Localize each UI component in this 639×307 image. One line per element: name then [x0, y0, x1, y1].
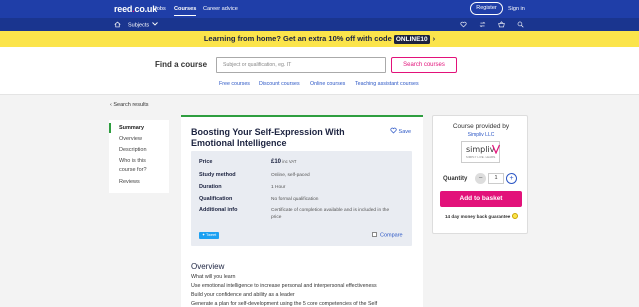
subjects-dropdown[interactable]: Subjects: [128, 21, 158, 28]
compare-label: Compare: [380, 232, 403, 239]
duration-value: 1 Hour: [271, 185, 286, 190]
provider-logo-tagline: SIMPLY LIVE. LEARN.: [466, 156, 497, 159]
quick-link-discount[interactable]: Discount courses: [259, 81, 300, 87]
price-value-wrap: £10 inc VAT: [271, 159, 296, 165]
nav-link-courses[interactable]: Courses: [174, 6, 197, 16]
overview-line: Generate a plan for self-development usi…: [191, 301, 378, 307]
overview-line: What will you learn: [191, 274, 236, 280]
sidenav-item-reviews[interactable]: Reviews: [119, 178, 140, 186]
overview-line: Use emotional intelligence to increase p…: [191, 283, 377, 289]
chevron-down-icon: [151, 21, 158, 26]
price-label: Price: [199, 159, 213, 165]
add-to-basket-button[interactable]: Add to basket: [440, 191, 522, 207]
course-details-box: Price £10 inc VAT Study method Online, s…: [191, 151, 412, 246]
sub-nav: Subjects: [0, 18, 639, 31]
additional-info-value-1: Certificate of completion available and …: [271, 208, 390, 213]
sidenav-item-who-is-this-for[interactable]: Who is this: [119, 157, 146, 165]
promo-code: ONLINE10: [393, 35, 430, 44]
home-icon[interactable]: [114, 21, 121, 28]
subjects-label: Subjects: [128, 22, 150, 28]
tweet-button[interactable]: ✦ Tweet: [199, 232, 219, 239]
heart-icon[interactable]: [460, 21, 467, 28]
quantity-decrease-button[interactable]: −: [475, 173, 486, 184]
simpliv-v-icon: [492, 144, 500, 154]
qualification-label: Qualification: [199, 196, 233, 202]
back-link-label: Search results: [113, 102, 149, 108]
course-title: Boosting Your Self-Expression With Emoti…: [191, 127, 345, 148]
back-to-search-results[interactable]: ‹ Search results: [110, 102, 149, 108]
nav-link-jobs[interactable]: Jobs: [154, 6, 166, 12]
quantity-input[interactable]: 1: [488, 173, 504, 184]
qualification-value: No formal qualification: [271, 197, 319, 202]
top-nav: reed.co.uk Jobs Courses Career advice Re…: [0, 0, 639, 18]
find-course-title: Find a course: [155, 60, 208, 69]
search-input[interactable]: Subject or qualification, eg. IT: [216, 57, 386, 73]
price-value: £10: [271, 159, 282, 165]
additional-info-value-2: price: [271, 215, 282, 220]
nav-link-career-advice[interactable]: Career advice: [203, 6, 238, 12]
duration-label: Duration: [199, 184, 222, 190]
checkbox-icon: [372, 232, 377, 237]
active-indicator: [109, 123, 111, 133]
sign-in-link[interactable]: Sign in: [508, 6, 525, 12]
sidenav-item-who-is-this-for-cont[interactable]: course for?: [119, 166, 147, 174]
promo-banner[interactable]: Learning from home? Get an extra 10% off…: [0, 31, 639, 47]
study-method-label: Study method: [199, 172, 236, 178]
compare-checkbox[interactable]: Compare: [372, 232, 403, 239]
quick-link-free[interactable]: Free courses: [219, 81, 250, 87]
logo-text: reed: [114, 4, 133, 14]
study-method-value: Online, self-paced: [271, 173, 310, 178]
tweet-label: Tweet: [206, 233, 217, 237]
overview-heading: Overview: [191, 262, 225, 271]
provider-title: Course provided by: [452, 123, 510, 130]
quantity-increase-button[interactable]: +: [506, 173, 517, 184]
save-button[interactable]: Save: [390, 127, 411, 135]
save-label: Save: [398, 129, 412, 135]
course-summary-card: Boosting Your Self-Expression With Emoti…: [181, 115, 423, 307]
course-section-nav: Summary Overview Description Who is this…: [109, 120, 169, 193]
basket-icon[interactable]: [498, 21, 505, 28]
quantity-label: Quantity: [443, 176, 468, 182]
guarantee-text: 14 day money back guarantee: [445, 214, 511, 219]
quick-link-online[interactable]: Online courses: [310, 81, 345, 87]
sidenav-item-overview[interactable]: Overview: [119, 135, 142, 143]
search-courses-button[interactable]: Search courses: [391, 57, 457, 73]
search-icon[interactable]: [517, 21, 524, 28]
provider-name-link[interactable]: Simpliv LLC: [433, 132, 529, 138]
promo-text: Learning from home? Get an extra 10% off…: [203, 34, 392, 43]
provider-logo[interactable]: simpliv SIMPLY LIVE. LEARN.: [461, 141, 500, 163]
money-back-guarantee: 14 day money back guarantee: [445, 213, 519, 219]
chevron-right-icon: ›: [432, 34, 436, 43]
reed-logo[interactable]: reed.co.uk: [114, 4, 157, 14]
overview-line: Build your confidence and ability as a l…: [191, 292, 295, 298]
guarantee-badge-icon: [512, 213, 519, 219]
provider-logo-word: simpliv: [466, 145, 495, 154]
additional-info-label: Additional info: [199, 207, 238, 213]
price-note: inc VAT: [282, 159, 297, 164]
sidenav-item-summary[interactable]: Summary: [119, 124, 144, 132]
provider-card: Course provided by Simpliv LLC simpliv S…: [432, 115, 528, 234]
heart-outline-icon: [390, 127, 397, 134]
sidenav-item-description[interactable]: Description: [119, 146, 147, 154]
quick-link-teaching-assistant[interactable]: Teaching assistant courses: [355, 81, 419, 87]
compare-icon[interactable]: [479, 21, 486, 28]
twitter-icon: ✦: [201, 233, 206, 237]
register-button[interactable]: Register: [470, 2, 503, 15]
find-course-section: Find a course Subject or qualification, …: [0, 47, 639, 95]
